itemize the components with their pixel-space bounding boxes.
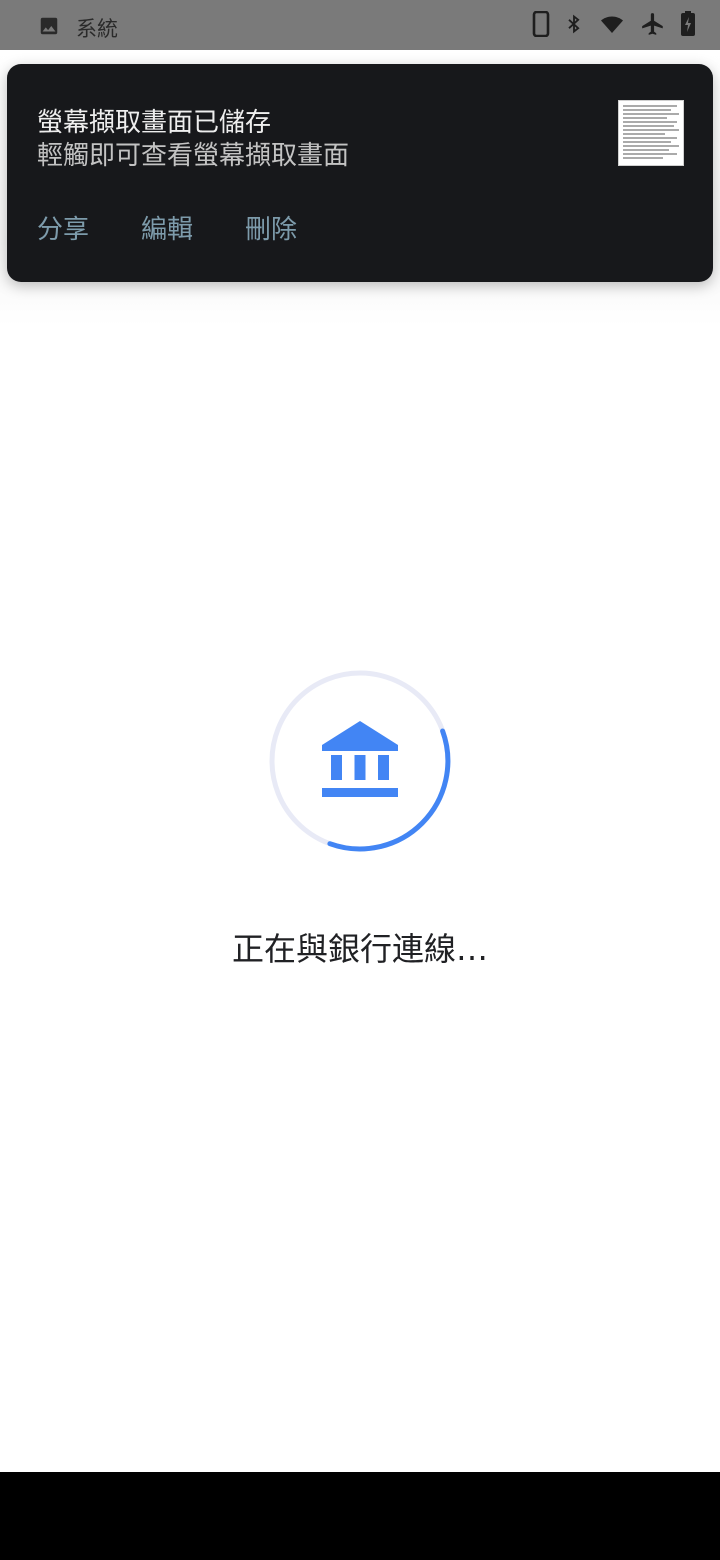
status-bar-left: 系統 xyxy=(38,13,118,43)
wifi-icon xyxy=(598,12,626,36)
loading-indicator xyxy=(265,666,455,856)
navigation-bar xyxy=(0,1472,720,1560)
delete-button[interactable]: 刪除 xyxy=(245,209,297,246)
phone-icon xyxy=(532,11,550,37)
battery-icon xyxy=(680,11,696,37)
bank-icon xyxy=(322,721,398,797)
status-bar-app-label: 系統 xyxy=(76,17,118,41)
bluetooth-icon xyxy=(564,11,584,37)
edit-button[interactable]: 編輯 xyxy=(141,209,193,246)
screenshot-notification[interactable]: 螢幕擷取畫面已儲存 輕觸即可查看螢幕擷取畫面 分享 編輯 刪除 xyxy=(7,64,713,282)
connecting-status-text: 正在與銀行連線… xyxy=(231,930,488,968)
status-bar: 系統 xyxy=(0,0,720,50)
screenshot-thumbnail[interactable] xyxy=(618,100,684,166)
image-icon xyxy=(38,15,60,41)
share-button[interactable]: 分享 xyxy=(37,209,89,246)
notification-title: 螢幕擷取畫面已儲存 xyxy=(37,108,272,138)
notification-text: 輕觸即可查看螢幕擷取畫面 xyxy=(37,141,350,171)
airplane-icon xyxy=(640,11,666,37)
notification-actions: 分享 編輯 刪除 xyxy=(37,209,297,246)
status-bar-right xyxy=(532,11,696,37)
